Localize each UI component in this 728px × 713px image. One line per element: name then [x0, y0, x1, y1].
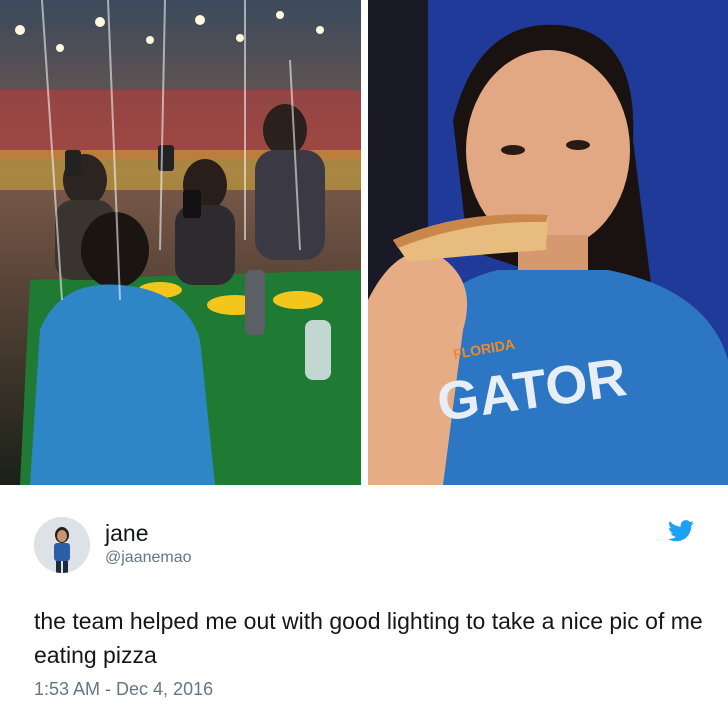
avatar[interactable]	[34, 517, 90, 573]
tweet-media: GATOR FLORIDA	[0, 0, 728, 485]
display-name[interactable]: jane	[105, 520, 148, 546]
photo-team-with-phones[interactable]	[0, 0, 361, 485]
twitter-bird-icon[interactable]	[668, 520, 694, 542]
user-handle[interactable]: @jaanemao	[105, 548, 192, 568]
team-photo-image	[0, 0, 361, 485]
avatar-image	[34, 517, 90, 573]
tweet-text: the team helped me out with good lightin…	[34, 608, 703, 668]
tweet-timestamp[interactable]: 1:53 AM - Dec 4, 2016	[34, 678, 213, 700]
pizza-photo-image: GATOR FLORIDA	[368, 0, 728, 485]
photo-woman-eating-pizza[interactable]: GATOR FLORIDA	[368, 0, 728, 485]
